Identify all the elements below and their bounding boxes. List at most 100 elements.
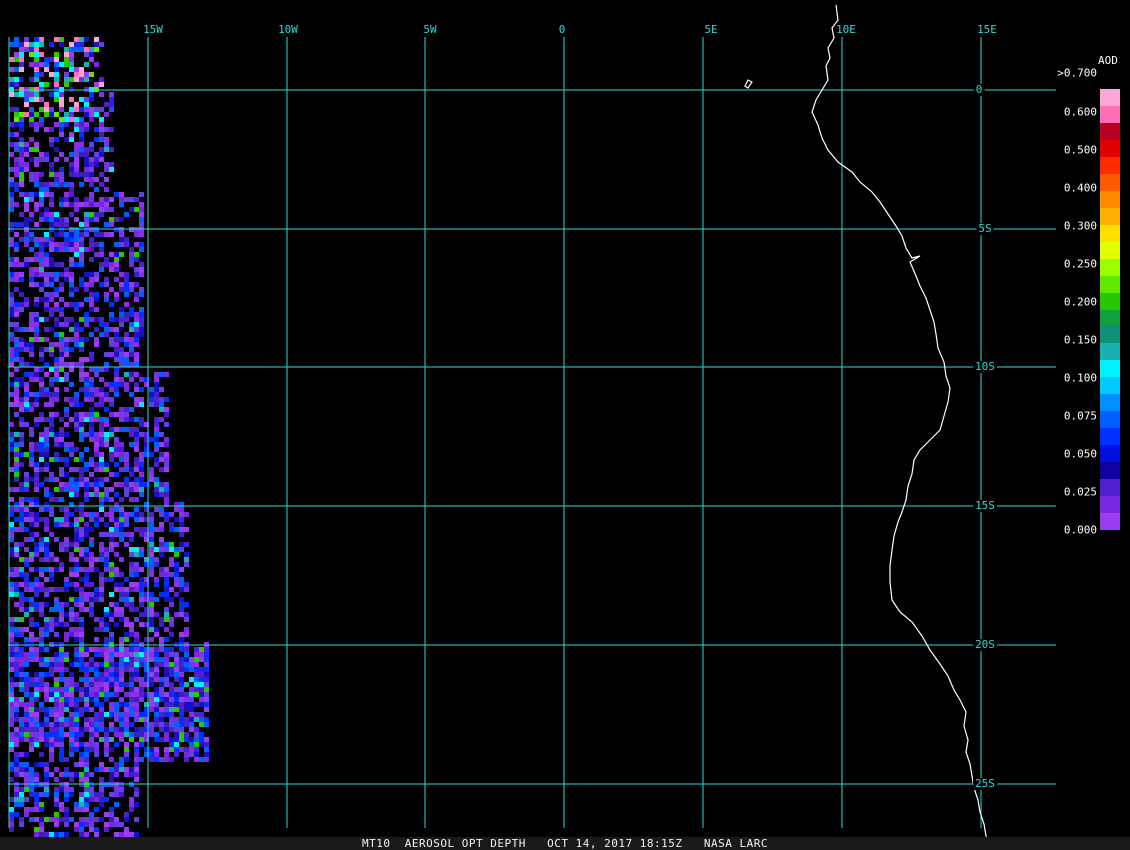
aod-pixel: [19, 657, 24, 662]
aod-pixel: [14, 52, 19, 57]
aod-pixel: [24, 207, 29, 212]
aod-pixel: [9, 332, 14, 337]
aod-pixel: [29, 62, 34, 67]
aod-pixel: [149, 557, 154, 562]
aod-pixel: [79, 727, 84, 732]
aod-pixel: [69, 522, 74, 527]
aod-pixel: [24, 712, 29, 717]
aod-pixel: [19, 572, 24, 577]
aod-pixel: [159, 617, 164, 622]
aod-pixel: [124, 277, 129, 282]
aod-pixel: [124, 602, 129, 607]
aod-pixel: [139, 687, 144, 692]
aod-pixel: [39, 262, 44, 267]
aod-pixel: [69, 737, 74, 742]
aod-pixel: [179, 662, 184, 667]
aod-pixel: [69, 117, 74, 122]
aod-pixel: [164, 617, 169, 622]
aod-pixel: [154, 437, 159, 442]
aod-pixel: [49, 382, 54, 387]
aod-pixel: [119, 822, 124, 827]
aod-pixel: [94, 307, 99, 312]
aod-pixel: [89, 527, 94, 532]
aod-pixel: [79, 797, 84, 802]
aod-pixel: [69, 382, 74, 387]
aod-pixel: [129, 602, 134, 607]
aod-pixel: [114, 342, 119, 347]
aod-pixel: [79, 77, 84, 82]
aod-pixel: [109, 497, 114, 502]
aod-pixel: [204, 757, 209, 762]
aod-pixel: [9, 512, 14, 517]
aod-pixel: [149, 552, 154, 557]
aod-pixel: [64, 182, 69, 187]
aod-pixel: [109, 657, 114, 662]
aod-pixel: [14, 647, 19, 652]
aod-pixel: [9, 322, 14, 327]
aod-pixel: [24, 717, 29, 722]
aod-pixel: [49, 262, 54, 267]
aod-pixel: [54, 222, 59, 227]
aod-pixel: [19, 422, 24, 427]
aod-pixel: [124, 342, 129, 347]
aod-pixel: [44, 547, 49, 552]
aod-pixel: [44, 82, 49, 87]
aod-pixel: [184, 587, 189, 592]
aod-pixel: [14, 737, 19, 742]
aod-pixel: [114, 382, 119, 387]
aod-pixel: [39, 447, 44, 452]
aod-pixel: [84, 397, 89, 402]
aod-pixel: [94, 152, 99, 157]
aod-pixel: [29, 247, 34, 252]
aod-pixel: [69, 237, 74, 242]
aod-pixel: [154, 397, 159, 402]
aod-pixel: [89, 397, 94, 402]
aod-pixel: [109, 817, 114, 822]
aod-pixel: [79, 412, 84, 417]
aod-pixel: [34, 722, 39, 727]
aod-pixel: [59, 672, 64, 677]
aod-pixel: [29, 277, 34, 282]
aod-pixel: [84, 707, 89, 712]
aod-pixel: [174, 527, 179, 532]
aod-pixel: [64, 817, 69, 822]
aod-pixel: [94, 37, 99, 42]
aod-pixel: [119, 192, 124, 197]
aod-pixel: [94, 157, 99, 162]
aod-pixel: [149, 702, 154, 707]
aod-pixel: [59, 507, 64, 512]
aod-pixel: [149, 637, 154, 642]
aod-pixel: [94, 317, 99, 322]
aod-pixel: [134, 562, 139, 567]
aod-pixel: [84, 482, 89, 487]
aod-pixel: [139, 622, 144, 627]
aod-pixel: [79, 42, 84, 47]
aod-pixel: [84, 552, 89, 557]
aod-pixel: [119, 452, 124, 457]
aod-pixel: [124, 597, 129, 602]
aod-pixel: [134, 697, 139, 702]
aod-pixel: [69, 487, 74, 492]
aod-pixel: [34, 762, 39, 767]
aod-pixel: [79, 152, 84, 157]
aod-pixel: [89, 772, 94, 777]
aod-pixel: [99, 317, 104, 322]
aod-pixel: [49, 737, 54, 742]
aod-pixel: [84, 147, 89, 152]
aod-pixel: [184, 667, 189, 672]
aod-pixel: [74, 417, 79, 422]
aod-pixel: [19, 117, 24, 122]
aod-pixel: [29, 402, 34, 407]
aod-pixel: [34, 607, 39, 612]
aod-pixel: [49, 352, 54, 357]
aod-pixel: [19, 652, 24, 657]
aod-pixel: [99, 517, 104, 522]
aod-pixel: [14, 507, 19, 512]
aod-pixel: [104, 487, 109, 492]
aod-pixel: [124, 817, 129, 822]
aod-pixel: [124, 752, 129, 757]
aod-pixel: [54, 622, 59, 627]
aod-pixel: [64, 407, 69, 412]
aod-pixel: [154, 672, 159, 677]
aod-pixel: [49, 342, 54, 347]
